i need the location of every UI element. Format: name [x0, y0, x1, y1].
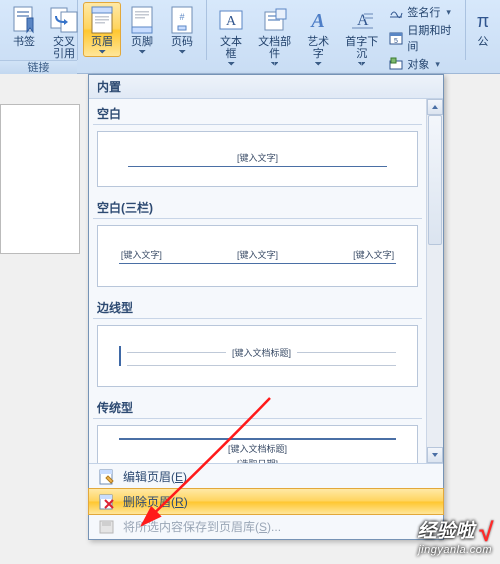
edit-icon	[99, 469, 115, 485]
svg-text:A: A	[310, 10, 325, 32]
remove-header-item[interactable]: 删除页眉(R)	[88, 488, 444, 515]
dropcap-label: 首字下沉	[344, 36, 379, 60]
remove-header-label: 删除页眉(R)	[123, 493, 188, 510]
footer-label: 页脚	[131, 36, 153, 48]
parts-label: 文档部件	[257, 36, 292, 60]
placeholder-text: 键入文档标题	[226, 442, 289, 455]
footer-button[interactable]: 页脚	[123, 2, 161, 57]
datetime-icon: 5	[389, 31, 403, 45]
header-label: 页眉	[91, 36, 113, 48]
chevron-down-icon	[271, 62, 278, 66]
bookmark-button[interactable]: 书签	[5, 2, 43, 51]
category-trad: 传统型	[93, 393, 422, 419]
object-button[interactable]: 对象▾	[389, 56, 457, 72]
placeholder-text: 键入文字	[235, 151, 280, 164]
formula-label: 公	[478, 36, 489, 48]
chevron-down-icon	[358, 62, 365, 66]
scrollbar[interactable]	[426, 99, 443, 463]
textbox-button[interactable]: A 文本框	[212, 2, 250, 69]
scroll-down-button[interactable]	[427, 447, 443, 463]
signature-button[interactable]: 签名行▾	[389, 4, 457, 20]
save-icon	[99, 519, 115, 535]
placeholder-text: 键入文字	[119, 248, 164, 261]
crossref-icon	[49, 5, 79, 35]
gallery-body: 空白 键入文字 空白(三栏) 键入文字 键入文字 键入文字	[89, 99, 443, 463]
gallery-item-trad[interactable]: 键入文档标题 选取日期	[97, 425, 418, 463]
parts-button[interactable]: 文档部件	[252, 2, 297, 69]
gallery-title: 内置	[89, 75, 443, 99]
ribbon: 书签 交叉 引用 链接 页眉 页脚 #	[0, 0, 500, 74]
header-gallery: 内置 空白 键入文字 空白(三栏) 键入文字 键入文字	[88, 74, 444, 540]
group-label-links: 链接	[0, 60, 77, 74]
signature-icon	[389, 5, 403, 19]
chevron-down-icon	[228, 62, 235, 66]
pagenum-label: 页码	[171, 36, 193, 48]
placeholder-text: 键入文字	[235, 248, 280, 261]
scroll-track[interactable]	[427, 115, 443, 447]
placeholder-text: 键入文档标题	[230, 346, 293, 359]
crossref-label: 交叉 引用	[53, 36, 75, 60]
wordart-label: 艺术字	[304, 36, 332, 60]
chevron-down-icon	[139, 50, 146, 54]
category-edge: 边线型	[93, 293, 422, 319]
object-icon	[389, 57, 403, 71]
chevron-down-icon	[315, 62, 322, 66]
ribbon-group-headerfooter: 页眉 页脚 # 页码	[78, 0, 207, 60]
gallery-item-edge[interactable]: 键入文档标题	[97, 325, 418, 387]
ribbon-group-formula: π 公	[466, 0, 500, 60]
parts-icon	[260, 5, 290, 35]
scroll-up-button[interactable]	[427, 99, 443, 115]
scroll-thumb[interactable]	[428, 115, 442, 245]
category-blank3: 空白(三栏)	[93, 193, 422, 219]
text-mini-list: 签名行▾ 5 日期和时间 对象▾	[385, 2, 461, 74]
document-page	[0, 104, 80, 254]
ribbon-group-links: 书签 交叉 引用 链接	[0, 0, 78, 60]
datetime-label: 日期和时间	[407, 22, 457, 54]
remove-icon	[99, 494, 115, 510]
gallery-scroll-area[interactable]: 空白 键入文字 空白(三栏) 键入文字 键入文字 键入文字	[89, 99, 426, 463]
svg-text:π: π	[477, 11, 489, 31]
formula-icon: π	[468, 5, 498, 35]
pagenum-button[interactable]: # 页码	[163, 2, 201, 57]
placeholder-text: 键入文字	[351, 248, 396, 261]
edit-header-label: 编辑页眉(E)	[123, 468, 187, 485]
gallery-footer: 编辑页眉(E) 删除页眉(R) 将所选内容保存到页眉库(S)...	[89, 463, 443, 539]
wordart-button[interactable]: A 艺术字	[299, 2, 337, 69]
object-label: 对象	[407, 56, 429, 72]
chevron-down-icon	[179, 50, 186, 54]
pagenum-icon: #	[167, 5, 197, 35]
dropcap-icon: A	[347, 5, 377, 35]
dropcap-button[interactable]: A 首字下沉	[339, 2, 384, 69]
save-header-item: 将所选内容保存到页眉库(S)...	[89, 514, 443, 539]
placeholder-text: 选取日期	[235, 457, 280, 464]
datetime-button[interactable]: 5 日期和时间	[389, 22, 457, 54]
formula-button[interactable]: π 公	[471, 2, 495, 51]
header-button[interactable]: 页眉	[83, 2, 121, 57]
textbox-label: 文本框	[217, 36, 245, 60]
category-blank: 空白	[93, 99, 422, 125]
svg-text:5: 5	[394, 38, 398, 45]
save-header-label: 将所选内容保存到页眉库(S)...	[123, 518, 281, 535]
edit-header-item[interactable]: 编辑页眉(E)	[89, 464, 443, 489]
signature-label: 签名行	[407, 4, 440, 20]
svg-text:A: A	[226, 14, 237, 29]
textbox-icon: A	[216, 5, 246, 35]
ribbon-group-text: A 文本框 文档部件 A 艺术字 A 首字下沉	[207, 0, 466, 60]
gallery-item-blank[interactable]: 键入文字	[97, 131, 418, 187]
bookmark-label: 书签	[13, 36, 35, 48]
chevron-down-icon	[99, 50, 106, 54]
footer-icon	[127, 5, 157, 35]
svg-text:#: #	[179, 12, 184, 22]
bookmark-icon	[9, 5, 39, 35]
header-icon	[87, 5, 117, 35]
wordart-icon: A	[303, 5, 333, 35]
gallery-item-blank3[interactable]: 键入文字 键入文字 键入文字	[97, 225, 418, 287]
